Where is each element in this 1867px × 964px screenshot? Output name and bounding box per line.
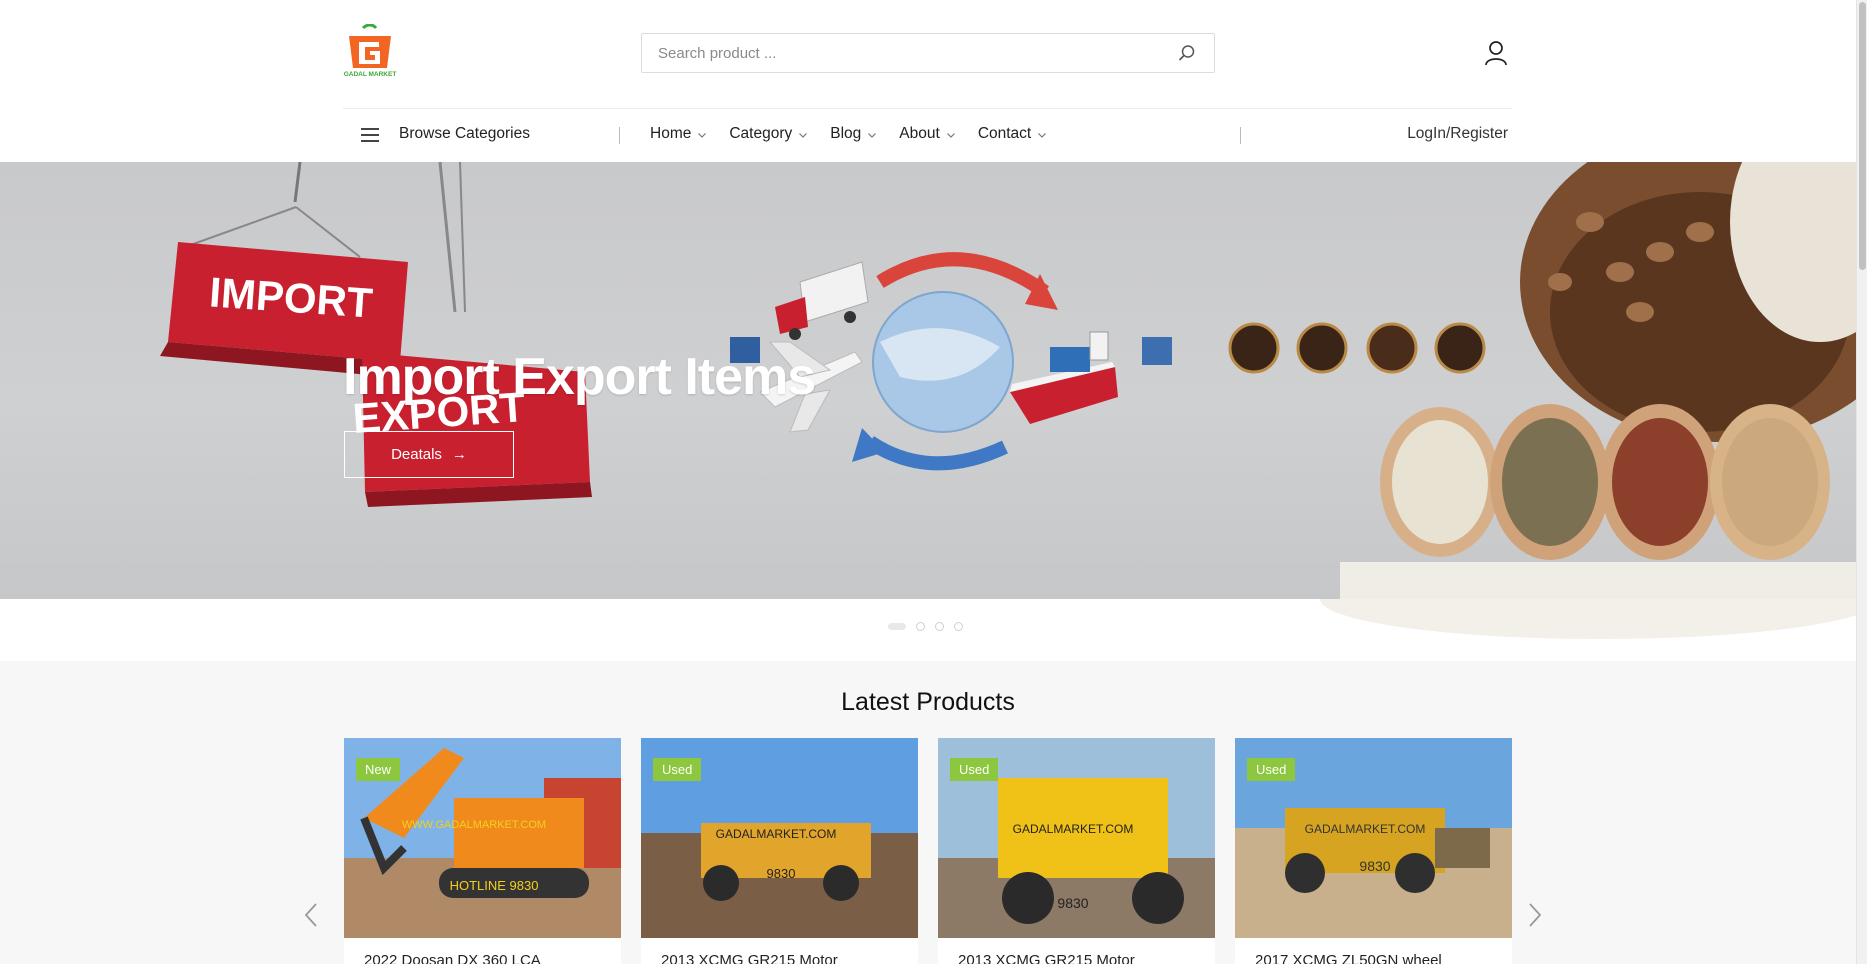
nav-item-category[interactable]: Category: [729, 125, 808, 143]
product-card[interactable]: WWW.GADALMARKET.COM HOTLINE 9830 New 202…: [344, 738, 621, 964]
arrow-right-icon: →: [451, 446, 467, 463]
nav-item-blog[interactable]: Blog: [830, 125, 877, 143]
svg-text:GADAL MARKET: GADAL MARKET: [344, 71, 397, 78]
svg-text:9830: 9830: [1057, 895, 1088, 911]
product-name[interactable]: 2022 Doosan DX 360 LCA: [364, 952, 614, 964]
svg-text:WWW.GADALMARKET.COM: WWW.GADALMARKET.COM: [402, 819, 546, 831]
condition-badge: Used: [1247, 758, 1296, 781]
svg-text:GADALMARKET.COM: GADALMARKET.COM: [1013, 822, 1134, 836]
globe-graphic: [852, 252, 1058, 471]
ship-graphic: [1010, 331, 1118, 424]
product-image[interactable]: GADALMARKET.COM 9830 Used: [938, 738, 1215, 938]
product-name[interactable]: 2013 XCMG GR215 Motor: [958, 952, 1208, 964]
search-icon[interactable]: [1178, 44, 1196, 62]
chevron-down-icon: [868, 132, 877, 138]
slider-dot[interactable]: [888, 623, 906, 630]
product-image[interactable]: GADALMARKET.COM 9830 Used: [1235, 738, 1512, 938]
hamburger-menu-icon[interactable]: [361, 128, 379, 142]
site-header: GADAL MARKET Browse Categories Home Cate…: [0, 0, 1856, 162]
nav-item-about[interactable]: About: [899, 125, 956, 143]
condition-badge: New: [356, 758, 401, 781]
latest-products-section: Latest Products WWW.GADALMARKET.COM HOTL…: [0, 661, 1856, 964]
chevron-down-icon: [799, 132, 808, 138]
product-card[interactable]: GADALMARKET.COM 9830 Used 2013 XCMG GR21…: [938, 738, 1215, 964]
carousel-prev-icon[interactable]: [302, 901, 320, 929]
hero-slider[interactable]: IMPORT EXPORT Import Export Items Deatal…: [0, 162, 1856, 599]
nav-menu: Home Category Blog About Contact: [650, 125, 1069, 143]
hero-banner-image: IMPORT EXPORT: [160, 162, 1856, 599]
chevron-down-icon: [698, 132, 707, 138]
main-navigation: Browse Categories Home Category Blog Abo…: [343, 109, 1512, 162]
hero-title: Import Export Items: [343, 348, 816, 406]
slider-dot[interactable]: [916, 622, 925, 631]
chevron-down-icon: [1038, 132, 1047, 138]
svg-text:GADALMARKET.COM: GADALMARKET.COM: [716, 827, 837, 841]
nav-item-label: About: [899, 125, 940, 142]
gadal-market-logo[interactable]: GADAL MARKET: [343, 24, 397, 80]
chevron-down-icon: [946, 132, 955, 138]
slider-dot[interactable]: [954, 622, 963, 631]
browse-categories-button[interactable]: Browse Categories: [399, 125, 530, 143]
product-name[interactable]: 2013 XCMG GR215 Motor: [661, 952, 911, 964]
product-image[interactable]: WWW.GADALMARKET.COM HOTLINE 9830 New: [344, 738, 621, 938]
user-account-icon[interactable]: [1484, 40, 1508, 66]
details-button[interactable]: Deatals →: [344, 431, 514, 478]
product-card[interactable]: GADALMARKET.COM 9830 Used 2013 XCMG GR21…: [641, 738, 918, 964]
slider-pagination: [888, 622, 963, 631]
login-register-link[interactable]: LogIn/Register: [1407, 125, 1508, 143]
svg-text:GADALMARKET.COM: GADALMARKET.COM: [1305, 822, 1426, 836]
search-input[interactable]: [658, 34, 1158, 72]
nav-item-label: Category: [729, 125, 793, 142]
nav-separator: [619, 127, 620, 144]
search-box: [641, 33, 1215, 73]
section-title: Latest Products: [841, 688, 1015, 716]
product-name[interactable]: 2017 XCMG ZL50GN wheel: [1255, 952, 1505, 964]
nav-separator: [1240, 127, 1241, 144]
carousel-next-icon[interactable]: [1526, 901, 1544, 929]
nav-item-label: Home: [650, 125, 692, 142]
scrollbar-thumb[interactable]: [1859, 2, 1866, 270]
nav-item-label: Blog: [830, 125, 862, 142]
nav-item-label: Contact: [977, 125, 1032, 142]
svg-text:9830: 9830: [767, 866, 796, 881]
nav-item-contact[interactable]: Contact: [978, 125, 1047, 143]
condition-badge: Used: [653, 758, 702, 781]
condition-badge: Used: [950, 758, 999, 781]
slider-dot[interactable]: [935, 622, 944, 631]
product-image[interactable]: GADALMARKET.COM 9830 Used: [641, 738, 918, 938]
svg-text:9830: 9830: [1359, 858, 1390, 874]
nav-item-home[interactable]: Home: [650, 125, 707, 143]
details-button-label: Deatals: [391, 446, 442, 463]
page-scrollbar[interactable]: [1856, 0, 1867, 964]
product-card[interactable]: GADALMARKET.COM 9830 Used 2017 XCMG ZL50…: [1235, 738, 1512, 964]
truck-graphic: [775, 261, 869, 340]
svg-text:HOTLINE 9830: HOTLINE 9830: [450, 878, 539, 893]
